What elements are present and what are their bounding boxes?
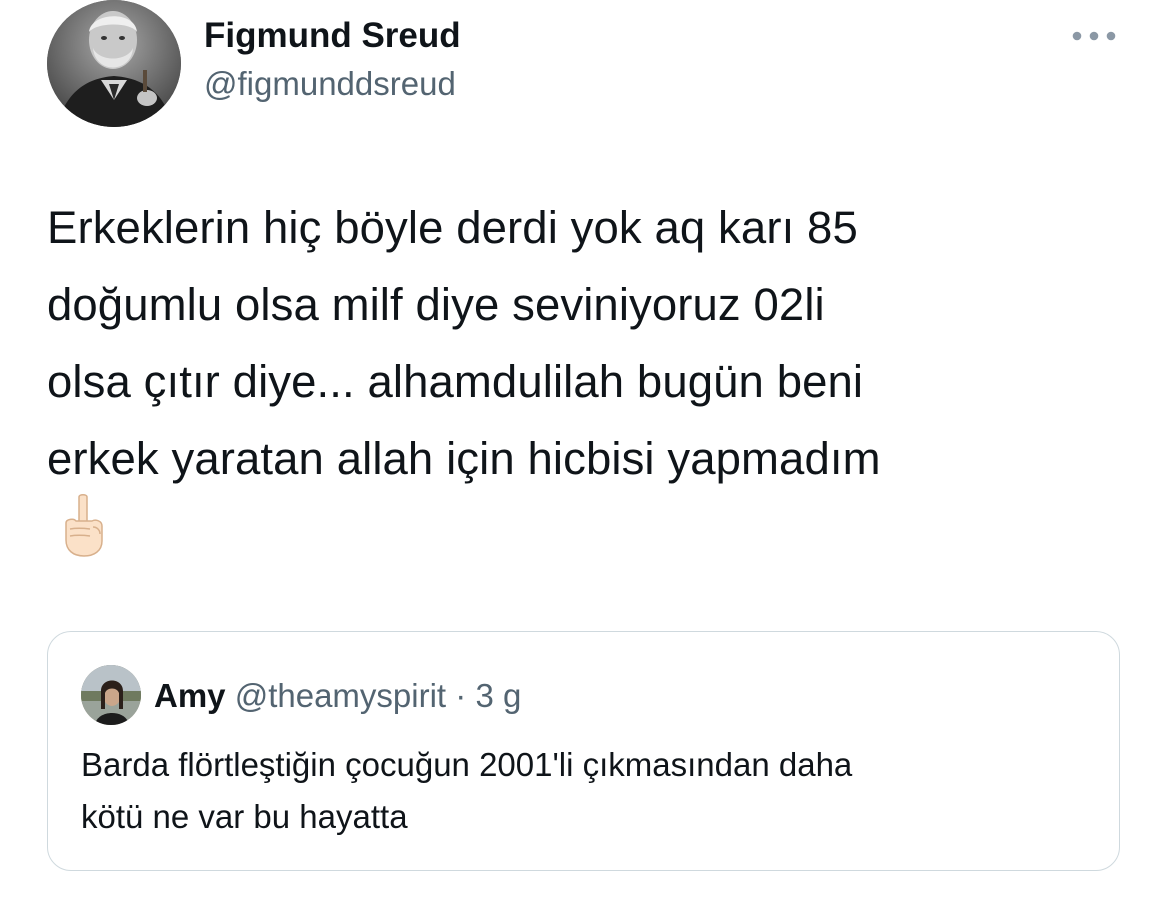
ellipsis-icon: [1072, 31, 1116, 41]
quoted-author-handle[interactable]: @theamyspirit: [235, 677, 446, 714]
separator-dot: ·: [455, 677, 467, 714]
quoted-author-avatar[interactable]: [81, 665, 141, 725]
pointing-up-emoji-icon: [60, 493, 108, 559]
quoted-tweet-header: Amy @theamyspirit · 3 g: [154, 676, 521, 716]
author-handle[interactable]: @figmunddsreud: [204, 62, 456, 106]
tweet-text: Erkeklerin hiç böyle derdi yok aq karı 8…: [47, 202, 881, 484]
quoted-author-display-name[interactable]: Amy: [154, 677, 226, 714]
header-separator: ·: [446, 677, 475, 714]
quoted-tweet-text: Barda flörtleştiğin çocuğun 2001'li çıkm…: [81, 746, 853, 835]
more-options-button[interactable]: [1066, 20, 1122, 52]
tweet: Figmund Sreud @figmunddsreud Erkeklerin …: [0, 0, 1169, 903]
quoted-tweet-card[interactable]: Amy @theamyspirit · 3 g Barda flörtleşti…: [47, 631, 1120, 871]
author-avatar[interactable]: [47, 0, 181, 127]
author-display-name[interactable]: Figmund Sreud: [204, 14, 461, 58]
quoted-tweet-timestamp[interactable]: 3 g: [475, 677, 521, 714]
